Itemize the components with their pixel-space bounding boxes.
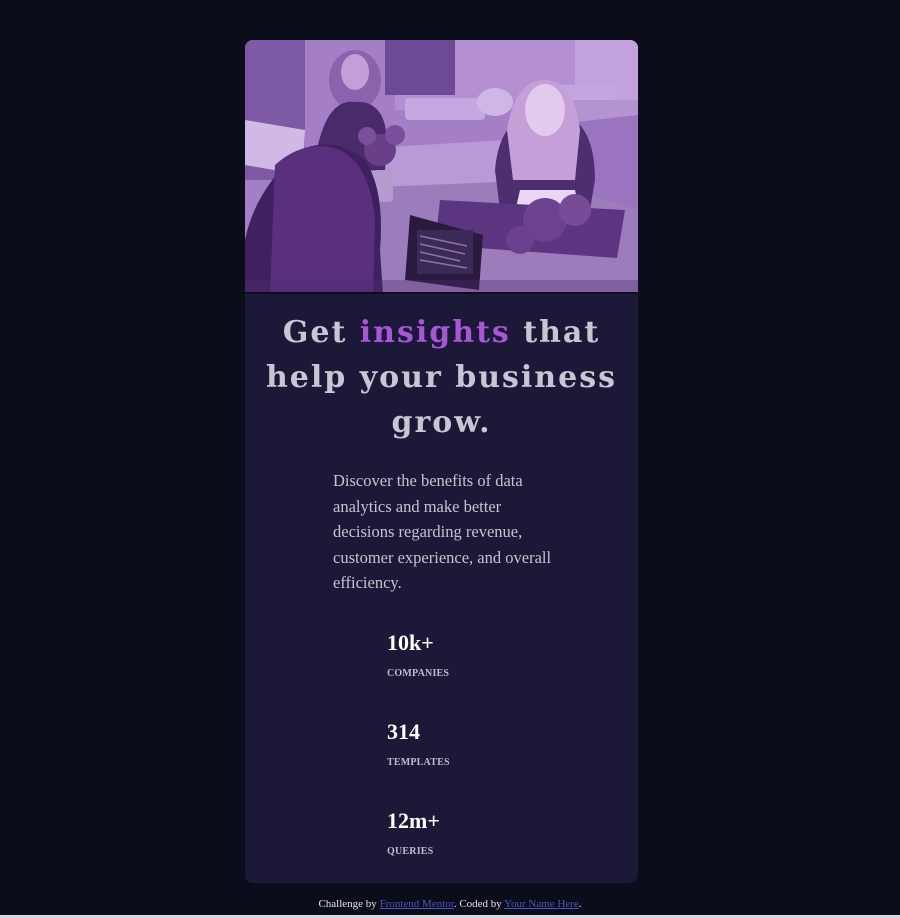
attribution-middle: . Coded by [453, 898, 505, 910]
stat-value: 12m+ [387, 808, 440, 833]
stat-templates: 314 TEMPLATES [387, 719, 547, 769]
stats-preview-card: Get insights that help your business gro… [245, 40, 638, 883]
hero-image [245, 40, 638, 294]
headline-before: Get [282, 315, 360, 350]
stat-companies: 10k+ COMPANIES [387, 630, 547, 680]
stat-label: TEMPLATES [387, 757, 450, 768]
attribution: Challenge by Frontend Mentor. Coded by Y… [0, 896, 900, 912]
stat-label: COMPANIES [387, 668, 450, 679]
team-working-at-desk-photo [245, 40, 638, 294]
stat-queries: 12m+ QUERIES [387, 808, 547, 858]
hero-divider [245, 292, 638, 294]
frontend-mentor-link[interactable]: Frontend Mentor [380, 898, 454, 910]
stat-value: 10k+ [387, 630, 434, 655]
stat-label: QUERIES [387, 846, 434, 857]
headline-accent: insights [359, 315, 511, 350]
attribution-prefix: Challenge by [318, 898, 380, 910]
attribution-suffix: . [578, 898, 582, 910]
card-headline: Get insights that help your business gro… [265, 310, 618, 445]
card-description: Discover the benefits of data analytics … [333, 471, 552, 592]
stat-value: 314 [387, 719, 420, 744]
author-link[interactable]: Your Name Here [504, 898, 579, 910]
